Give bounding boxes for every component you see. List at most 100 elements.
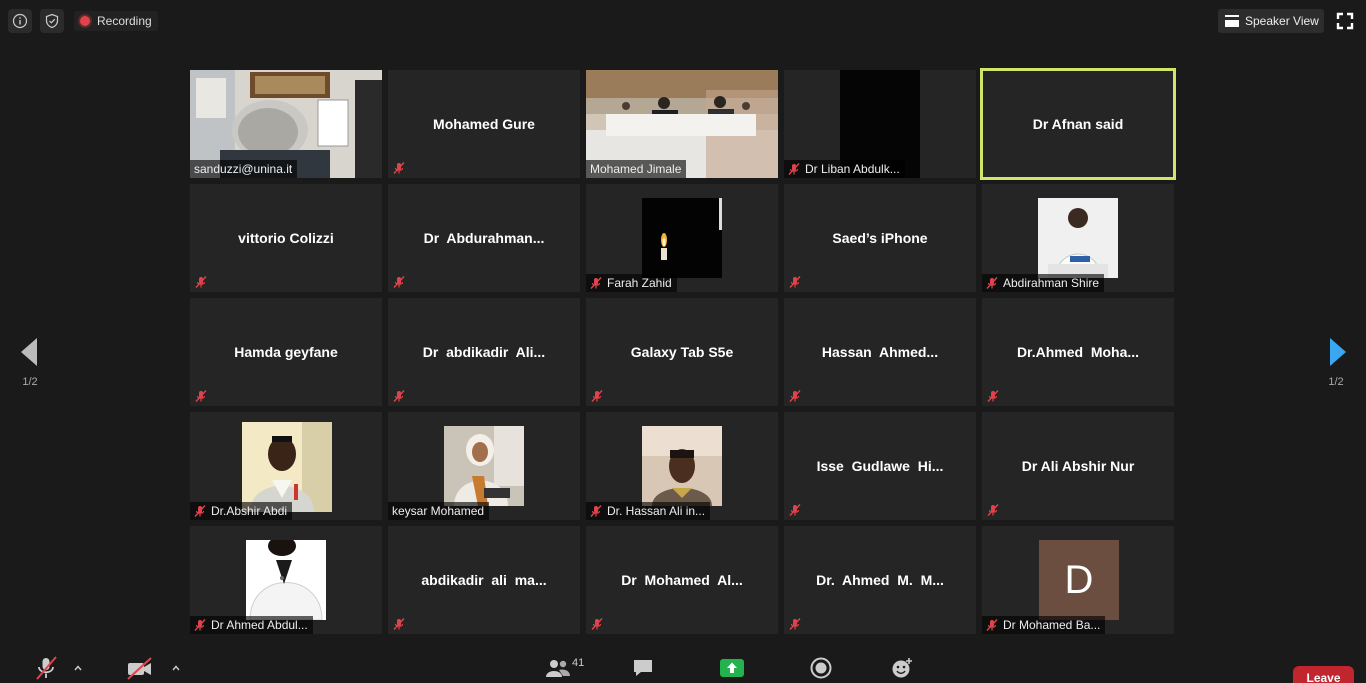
participant-name-label: Dr Mohamed Ba... bbox=[982, 616, 1106, 634]
participant-name: Dr Ahmed Abdul... bbox=[211, 618, 308, 632]
participant-name: sanduzzi@unina.it bbox=[194, 162, 293, 176]
participant-name-label: Dr Ahmed Abdul... bbox=[190, 616, 313, 634]
profile-picture bbox=[642, 426, 722, 506]
participant-tile[interactable]: Dr Liban Abdulk... bbox=[784, 70, 976, 178]
participant-tile[interactable]: Dr.Ahmed Moha... bbox=[982, 298, 1174, 406]
muted-microphone-icon bbox=[36, 656, 57, 680]
participants-icon bbox=[546, 660, 570, 677]
muted-mic-icon bbox=[590, 277, 602, 289]
participant-tile[interactable]: Saed’s iPhone bbox=[784, 184, 976, 292]
chat-icon bbox=[634, 660, 652, 676]
video-options-chevron-icon[interactable] bbox=[172, 665, 180, 671]
participant-tile[interactable]: Galaxy Tab S5e bbox=[586, 298, 778, 406]
participant-tile[interactable]: Hassan Ahmed... bbox=[784, 298, 976, 406]
reactions-button[interactable] bbox=[890, 655, 914, 681]
participant-name: Dr Ali Abshir Nur bbox=[1021, 458, 1135, 474]
participant-tile[interactable]: Abdirahman Shire bbox=[982, 184, 1174, 292]
participant-tile[interactable]: Dr Abdurahman... bbox=[388, 184, 580, 292]
unmute-button[interactable] bbox=[34, 655, 58, 681]
record-icon bbox=[810, 657, 832, 679]
participant-tile[interactable]: Dr Ali Abshir Nur bbox=[982, 412, 1174, 520]
muted-mic-icon bbox=[393, 276, 405, 288]
participant-name-label: Dr Liban Abdulk... bbox=[784, 160, 905, 178]
video-off-icon bbox=[127, 657, 152, 680]
info-icon[interactable] bbox=[8, 9, 32, 33]
participant-name: Saed’s iPhone bbox=[832, 230, 928, 246]
participant-tile[interactable]: Dr.Abshir Abdi bbox=[190, 412, 382, 520]
participant-name: Farah Zahid bbox=[607, 276, 672, 290]
participants-count: 41 bbox=[572, 657, 585, 669]
participant-tile[interactable]: keysar Mohamed bbox=[388, 412, 580, 520]
participant-tile[interactable]: abdikadir ali ma... bbox=[388, 526, 580, 634]
participant-tile[interactable]: Hamda geyfane bbox=[190, 298, 382, 406]
shield-icon[interactable] bbox=[40, 9, 64, 33]
chat-button[interactable] bbox=[632, 655, 654, 681]
participant-name: Dr. Ahmed M. M... bbox=[816, 572, 944, 588]
participant-tile[interactable]: sanduzzi@unina.it bbox=[190, 70, 382, 178]
participant-name: Dr Afnan said bbox=[1032, 116, 1124, 132]
participant-tile[interactable]: Farah Zahid bbox=[586, 184, 778, 292]
muted-mic-icon bbox=[789, 504, 801, 516]
participant-tile[interactable]: Dr Ahmed Abdul... bbox=[190, 526, 382, 634]
muted-mic-icon bbox=[591, 618, 603, 630]
smiley-reaction-icon bbox=[892, 658, 912, 678]
participant-tile-active-speaker[interactable]: Dr Afnan said bbox=[980, 68, 1176, 180]
participant-name: Isse Gudlawe Hi... bbox=[816, 458, 944, 474]
gallery-grid: sanduzzi@unina.it Mohamed Gure Mohamed J… bbox=[190, 68, 1176, 636]
participant-name: Dr Mohamed Al... bbox=[621, 572, 743, 588]
participant-name: Dr Liban Abdulk... bbox=[805, 162, 900, 176]
muted-mic-icon bbox=[986, 277, 998, 289]
muted-mic-icon bbox=[393, 162, 405, 174]
participant-name: Dr abdikadir Ali... bbox=[422, 344, 546, 360]
participant-name: Dr Mohamed Ba... bbox=[1003, 618, 1101, 632]
participant-tile[interactable]: Dr abdikadir Ali... bbox=[388, 298, 580, 406]
start-video-button[interactable] bbox=[126, 655, 154, 681]
participant-tile[interactable]: Isse Gudlawe Hi... bbox=[784, 412, 976, 520]
participant-name: Mohamed Jimale bbox=[590, 162, 682, 176]
participant-name-label: keysar Mohamed bbox=[388, 502, 490, 520]
speaker-view-button[interactable]: Speaker View bbox=[1218, 9, 1324, 33]
participants-button[interactable]: 41 bbox=[545, 655, 584, 681]
participant-name: Dr. Hassan Ali in... bbox=[607, 504, 706, 518]
record-button[interactable] bbox=[810, 655, 832, 681]
participant-name: Mohamed Gure bbox=[433, 116, 535, 132]
share-screen-icon bbox=[720, 659, 744, 677]
participant-name: Galaxy Tab S5e bbox=[630, 344, 734, 360]
participant-name: Dr.Ahmed Moha... bbox=[1016, 344, 1140, 360]
avatar: D bbox=[1039, 540, 1119, 620]
next-page-button[interactable]: 1/2 bbox=[1308, 330, 1364, 400]
participant-name-label: sanduzzi@unina.it bbox=[190, 160, 298, 178]
participant-tile[interactable]: D Dr Mohamed Ba... bbox=[982, 526, 1174, 634]
participant-tile[interactable]: vittorio Colizzi bbox=[190, 184, 382, 292]
participant-name: vittorio Colizzi bbox=[238, 230, 334, 246]
participant-name-label: Abdirahman Shire bbox=[982, 274, 1105, 292]
participant-tile[interactable]: Mohamed Gure bbox=[388, 70, 580, 178]
participant-tile[interactable]: Dr. Hassan Ali in... bbox=[586, 412, 778, 520]
muted-mic-icon bbox=[393, 618, 405, 630]
muted-mic-icon bbox=[393, 390, 405, 402]
speaker-view-label: Speaker View bbox=[1245, 14, 1319, 28]
participant-tile[interactable]: Dr Mohamed Al... bbox=[586, 526, 778, 634]
muted-mic-icon bbox=[788, 163, 800, 175]
participant-tile[interactable]: Dr. Ahmed M. M... bbox=[784, 526, 976, 634]
participant-name: Hassan Ahmed... bbox=[821, 344, 939, 360]
profile-picture bbox=[444, 426, 524, 506]
participant-name: Abdirahman Shire bbox=[1003, 276, 1100, 290]
previous-page-button[interactable]: 1/2 bbox=[2, 330, 58, 400]
meeting-toolbar: 41 bbox=[0, 649, 1366, 683]
chevron-right-icon bbox=[1330, 338, 1346, 366]
profile-picture bbox=[242, 422, 332, 512]
recording-indicator[interactable]: Recording bbox=[74, 11, 158, 31]
muted-mic-icon bbox=[591, 390, 603, 402]
fullscreen-icon[interactable] bbox=[1334, 10, 1356, 32]
participant-name-label: Farah Zahid bbox=[586, 274, 677, 292]
muted-mic-icon bbox=[987, 390, 999, 402]
leave-meeting-button[interactable]: Leave bbox=[1293, 666, 1354, 683]
profile-picture bbox=[1038, 198, 1118, 278]
audio-options-chevron-icon[interactable] bbox=[74, 665, 82, 671]
participant-tile[interactable]: Mohamed Jimale bbox=[586, 70, 778, 178]
muted-mic-icon bbox=[590, 505, 602, 517]
meeting-top-bar: Recording Speaker View bbox=[0, 0, 1366, 42]
share-screen-button[interactable] bbox=[720, 655, 744, 681]
participant-name-label: Dr. Hassan Ali in... bbox=[586, 502, 711, 520]
